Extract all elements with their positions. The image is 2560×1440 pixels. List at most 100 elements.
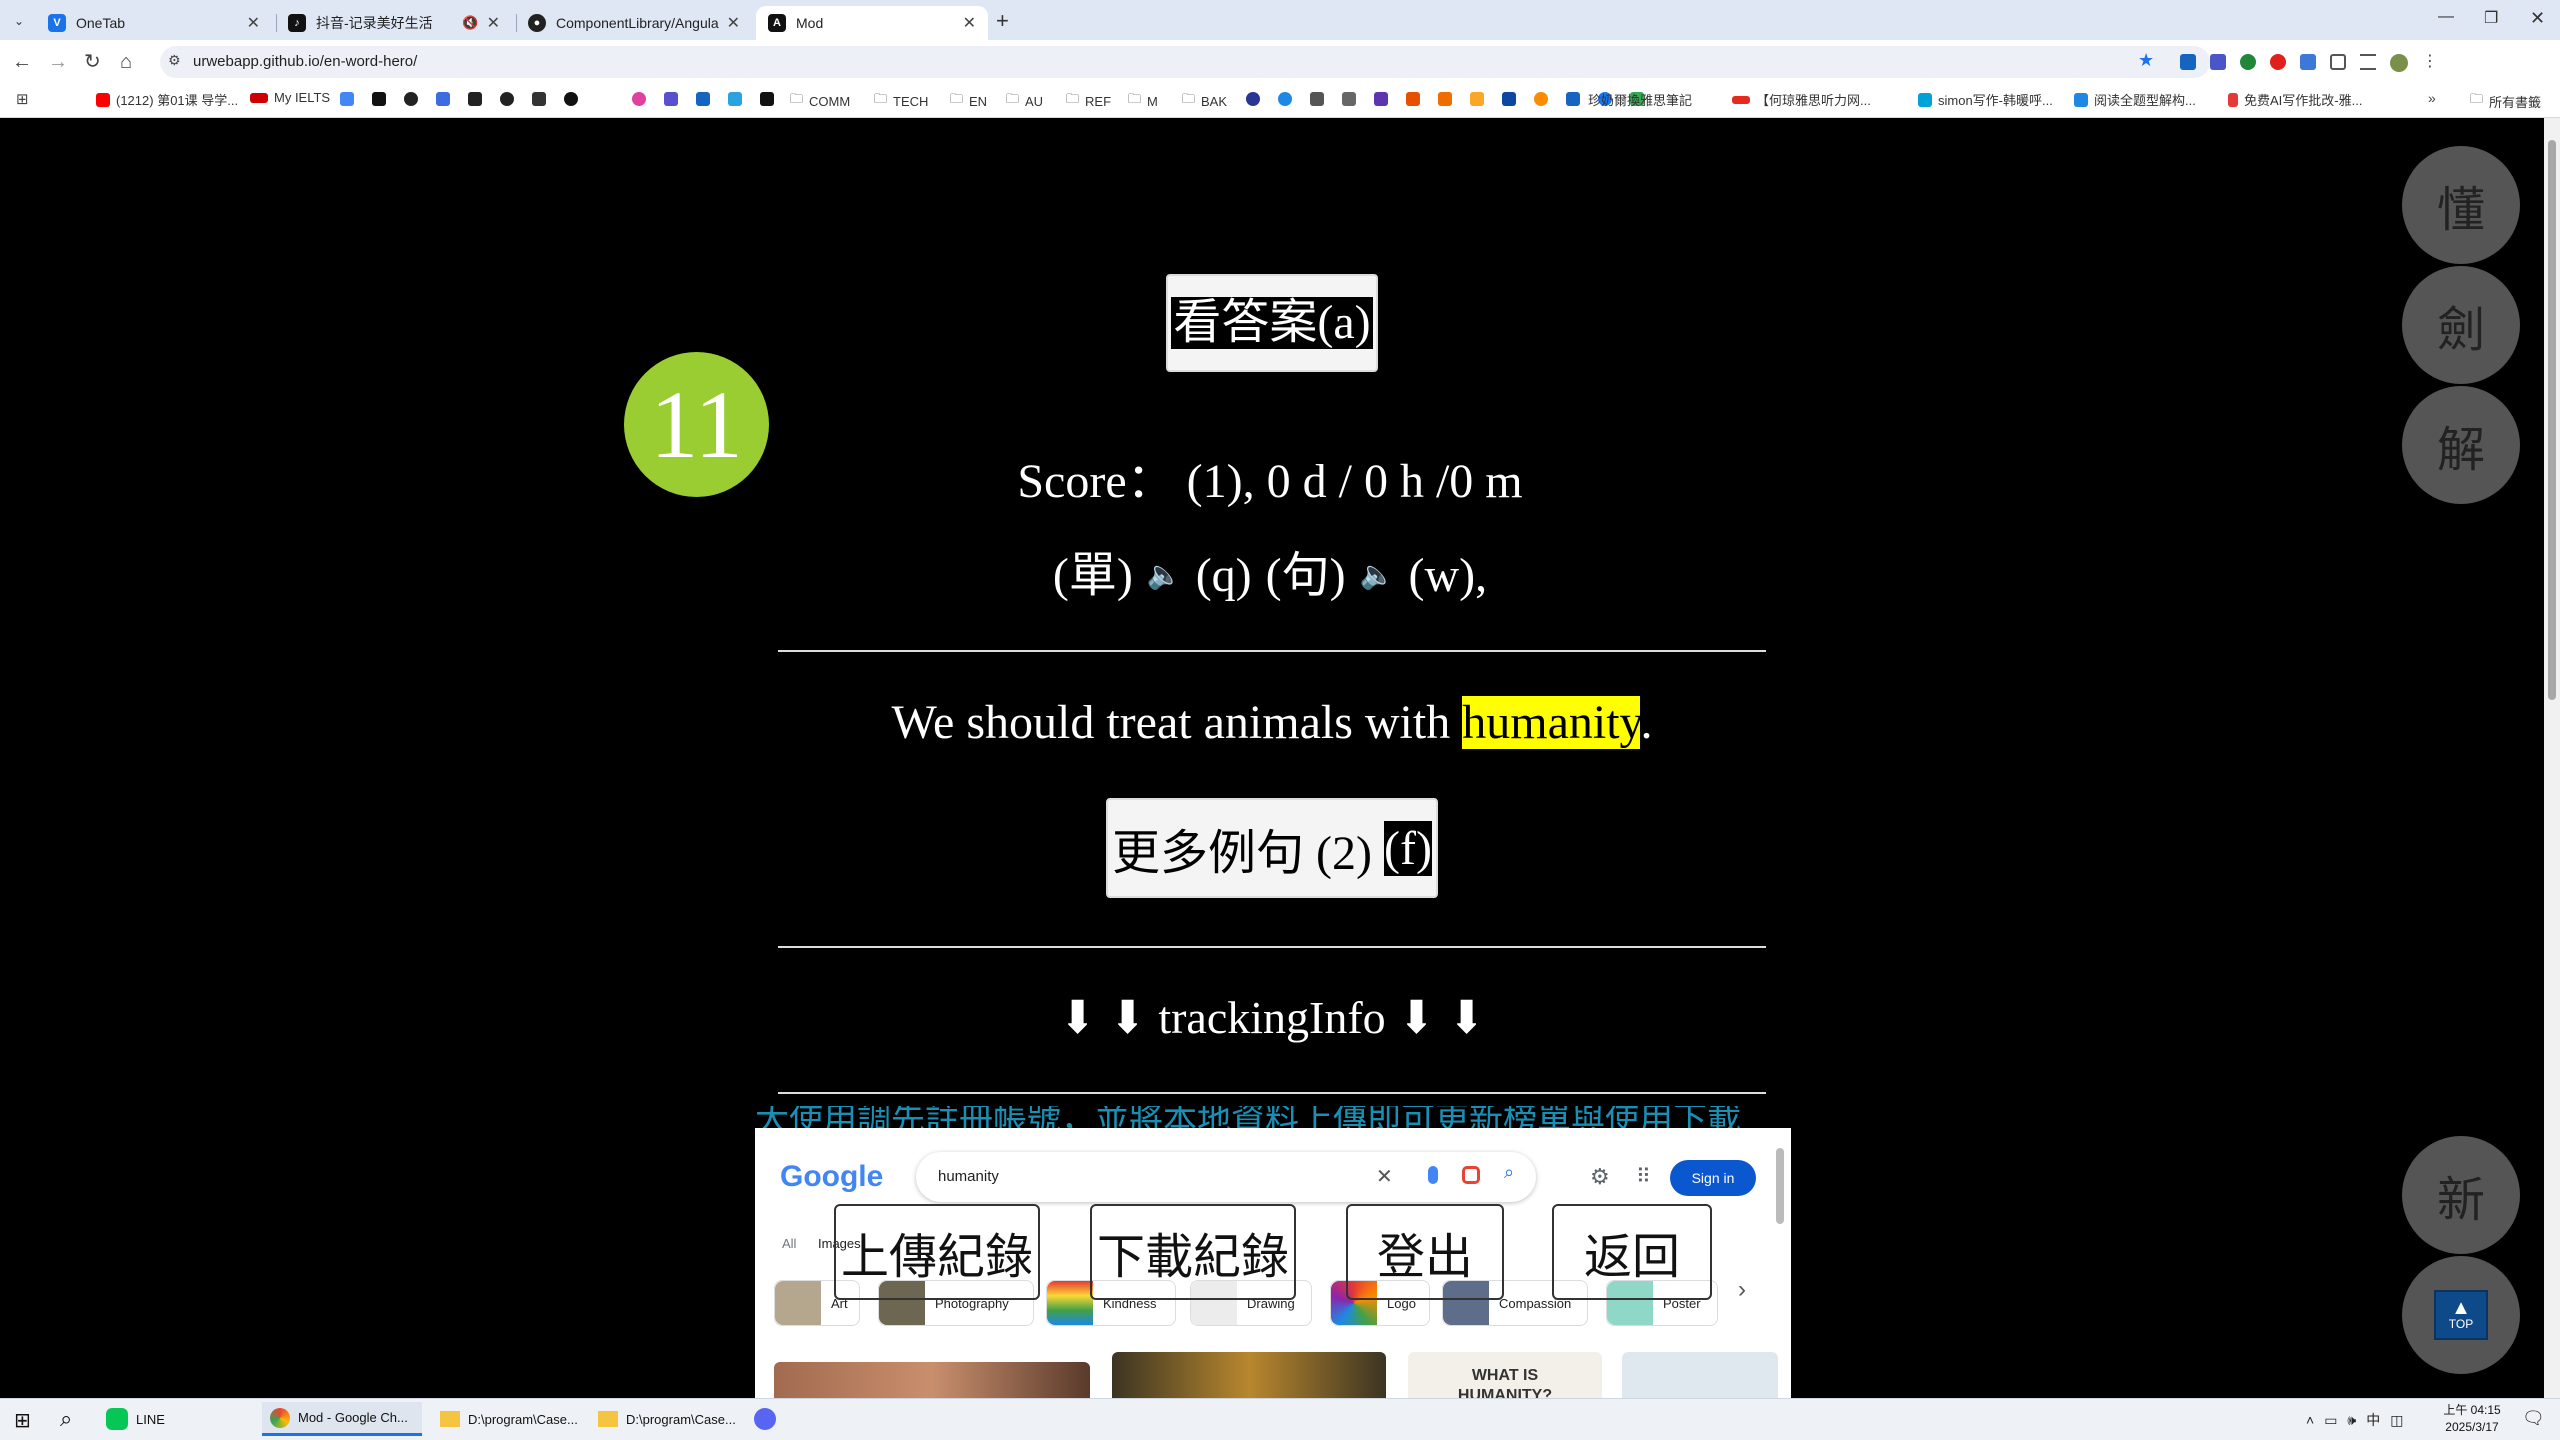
back-icon[interactable]: ← (12, 52, 32, 72)
tab-douyin[interactable]: ♪ 抖音-记录美好生活 🔇 ✕ (276, 6, 512, 40)
bookmark-icon[interactable] (1278, 92, 1292, 106)
bookmark-item[interactable]: My IELTS (250, 90, 330, 105)
home-icon[interactable]: ⌂ (120, 52, 132, 72)
all-bookmarks[interactable]: 🗀 所有書籤 (2470, 90, 2541, 112)
mic-icon[interactable] (1428, 1166, 1438, 1184)
search-icon[interactable]: ⌕ (60, 1406, 72, 1432)
github-icon[interactable] (500, 92, 514, 106)
bookmark-icon[interactable] (1502, 92, 1516, 106)
bookmark-item[interactable]: 免费AI写作批改-雅... (2228, 90, 2362, 109)
windows-start-icon[interactable]: ⊞ (14, 1408, 31, 1433)
site-info-icon[interactable]: ⚙ (168, 52, 181, 69)
image-result[interactable] (774, 1362, 1090, 1402)
google-apps-icon[interactable]: ⠿ (1636, 1164, 1651, 1189)
sentence-audio-key[interactable]: (w), (1409, 546, 1488, 606)
bookmark-icon[interactable] (1534, 92, 1548, 106)
settings-gear-icon[interactable]: ⚙ (1590, 1164, 1610, 1190)
word-audio-label[interactable]: (單) (1053, 546, 1133, 606)
back-button[interactable]: 返回 (1552, 1204, 1712, 1300)
close-window-button[interactable]: ✕ (2530, 8, 2545, 29)
bookmark-icon[interactable] (468, 92, 482, 106)
image-result[interactable]: WHAT IS HUMANITY? (1408, 1352, 1602, 1404)
bookmark-icon[interactable] (1374, 92, 1388, 106)
forward-icon[interactable]: → (48, 52, 68, 72)
bookmark-icon[interactable] (1470, 92, 1484, 106)
chevron-up-icon[interactable]: ˄ (2306, 1412, 2314, 1428)
discord-icon[interactable] (754, 1408, 776, 1430)
bookmark-icon[interactable] (1342, 92, 1356, 106)
bookmark-icon[interactable] (1406, 92, 1420, 106)
bookmark-icon[interactable] (664, 92, 678, 106)
extension-icon[interactable] (2300, 54, 2316, 70)
volume-icon[interactable]: 🕪 (2347, 1412, 2356, 1429)
lens-icon[interactable] (1462, 1166, 1480, 1184)
notification-icon[interactable]: 🗨 (2522, 1408, 2545, 1429)
tab-mod[interactable]: A Mod ✕ (756, 6, 988, 40)
google-search-query[interactable]: humanity (938, 1168, 999, 1185)
restore-button[interactable]: ❐ (2484, 8, 2498, 28)
bookmark-icon[interactable] (1310, 92, 1324, 106)
tab-github[interactable]: ● ComponentLibrary/AngularIs ✕ (516, 6, 752, 40)
speaker-icon[interactable]: 🔈 (1360, 546, 1395, 606)
new-tab-button[interactable]: + (996, 8, 1009, 34)
taskbar-app-explorer[interactable]: D:\program\Case... (590, 1402, 740, 1436)
bookmark-icon[interactable] (632, 92, 646, 106)
angular-icon[interactable] (372, 92, 386, 106)
google-sign-in-button[interactable]: Sign in (1670, 1160, 1756, 1196)
bookmark-icon[interactable] (1438, 92, 1452, 106)
scroll-top-button[interactable]: ▲ TOP (2402, 1256, 2520, 1374)
puzzle-icon[interactable] (2330, 54, 2346, 70)
word-audio-key[interactable]: (q) (1196, 546, 1252, 606)
embed-scrollbar[interactable] (1776, 1148, 1784, 1224)
translate-icon[interactable] (340, 92, 354, 106)
taskbar-app-explorer[interactable]: D:\program\Case... (432, 1402, 582, 1436)
side-button-understand[interactable]: 懂 (2402, 146, 2520, 264)
more-examples-button[interactable]: 更多例句 (2) (f) (1106, 798, 1438, 898)
side-button-cambridge[interactable]: 劍 (2402, 266, 2520, 384)
bookmarks-overflow-icon[interactable]: » (2428, 90, 2436, 106)
bookmark-icon[interactable] (728, 92, 742, 106)
apps-grid-icon[interactable]: ⊞ (16, 90, 29, 108)
bookmark-icon[interactable] (532, 92, 546, 106)
bookmark-star-icon[interactable]: ★ (2138, 50, 2154, 71)
clear-icon[interactable]: ✕ (1376, 1164, 1393, 1189)
ime-indicator[interactable]: 中 (2366, 1410, 2380, 1430)
extension-icon[interactable] (2240, 54, 2256, 70)
upload-records-button[interactable]: 上傳紀錄 (834, 1204, 1040, 1300)
bookmark-item[interactable]: 阅读全题型解构... (2074, 90, 2196, 109)
image-result[interactable] (1622, 1352, 1778, 1402)
bookmark-folder[interactable]: 🗀 AU (1006, 90, 1043, 112)
close-icon[interactable]: ✕ (963, 13, 976, 33)
chatgpt-icon[interactable] (404, 92, 418, 106)
minimize-button[interactable]: — (2438, 8, 2454, 26)
new-button[interactable]: 新 (2402, 1136, 2520, 1254)
taskbar-app-line[interactable]: LINE (106, 1402, 256, 1436)
side-button-explain[interactable]: 解 (2402, 386, 2520, 504)
tracking-info[interactable]: ⬇ ⬇ trackingInfo ⬇ ⬇ (778, 988, 1766, 1048)
clock[interactable]: 上午 04:15 2025/3/17 (2432, 1402, 2512, 1436)
google-search-box[interactable] (916, 1152, 1536, 1202)
bookmark-icon[interactable] (696, 92, 710, 106)
bookmark-icon[interactable] (564, 92, 578, 106)
bookmark-item[interactable]: 珍奶爾換雅思筆記 (1588, 90, 1692, 109)
sentence-audio-label[interactable]: (句) (1266, 546, 1346, 606)
bookmark-item[interactable]: (1212) 第01课 导学... (96, 90, 238, 109)
menu-icon[interactable]: ⋮ (2422, 54, 2438, 72)
profile-avatar[interactable] (2390, 54, 2408, 72)
filter-all[interactable]: All (782, 1236, 796, 1251)
bookmark-folder[interactable]: 🗀 COMM (790, 90, 850, 112)
bookmark-folder[interactable]: 🗀 TECH (874, 90, 928, 112)
close-icon[interactable]: ✕ (247, 13, 260, 33)
bookmark-icon[interactable] (436, 92, 450, 106)
chevron-right-icon[interactable]: › (1738, 1276, 1746, 1304)
logout-button[interactable]: 登出 (1346, 1204, 1504, 1300)
extension-icon[interactable] (2180, 54, 2196, 70)
image-result[interactable] (1112, 1352, 1386, 1402)
mute-icon[interactable]: 🔇 (462, 15, 478, 31)
omnibox[interactable] (160, 46, 2210, 78)
taskbar-app-chrome[interactable]: Mod - Google Ch... (262, 1402, 422, 1436)
reload-icon[interactable]: ↻ (84, 52, 101, 72)
close-icon[interactable]: ✕ (487, 13, 500, 33)
reading-list-icon[interactable] (2360, 54, 2376, 70)
network-icon[interactable]: ▭ (2324, 1412, 2337, 1429)
